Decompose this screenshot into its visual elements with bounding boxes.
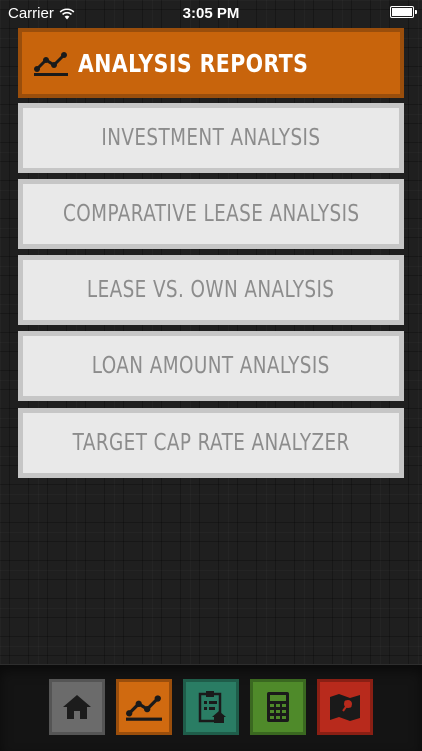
battery-icon xyxy=(390,6,417,18)
home-icon xyxy=(63,695,91,719)
map-pin-icon xyxy=(330,694,360,721)
menu-item-lease-vs-own-analysis[interactable]: LEASE VS. OWN ANALYSIS xyxy=(18,255,404,325)
status-time: 3:05 PM xyxy=(182,5,240,22)
menu-item-label: LEASE VS. OWN ANALYSIS xyxy=(87,277,335,303)
menu-item-label: TARGET CAP RATE ANALYZER xyxy=(72,430,350,456)
tab-bar xyxy=(0,664,422,751)
tab-map[interactable] xyxy=(317,679,373,735)
clipboard-home-icon xyxy=(198,691,226,723)
menu-item-comparative-lease-analysis[interactable]: COMPARATIVE LEASE ANALYSIS xyxy=(18,179,404,249)
menu-item-target-cap-rate-analyzer[interactable]: TARGET CAP RATE ANALYZER xyxy=(18,408,404,478)
menu-item-label: LOAN AMOUNT ANALYSIS xyxy=(92,353,330,379)
page-title: ANALYSIS REPORTS xyxy=(78,48,309,78)
tab-analysis-reports[interactable] xyxy=(116,679,172,735)
tab-home[interactable] xyxy=(49,679,105,735)
status-bar: Carrier 3:05 PM xyxy=(0,0,422,28)
menu-item-investment-analysis[interactable]: INVESTMENT ANALYSIS xyxy=(18,103,404,173)
menu-item-label: COMPARATIVE LEASE ANALYSIS xyxy=(62,201,360,227)
menu-item-label: INVESTMENT ANALYSIS xyxy=(101,125,321,151)
calculator-icon xyxy=(267,692,289,722)
menu-item-loan-amount-analysis[interactable]: LOAN AMOUNT ANALYSIS xyxy=(18,331,404,401)
tab-calculator[interactable] xyxy=(250,679,306,735)
tab-property-list[interactable] xyxy=(183,679,239,735)
page-header: ANALYSIS REPORTS xyxy=(18,28,404,98)
chart-line-icon xyxy=(34,52,68,76)
chart-line-icon xyxy=(126,695,162,721)
